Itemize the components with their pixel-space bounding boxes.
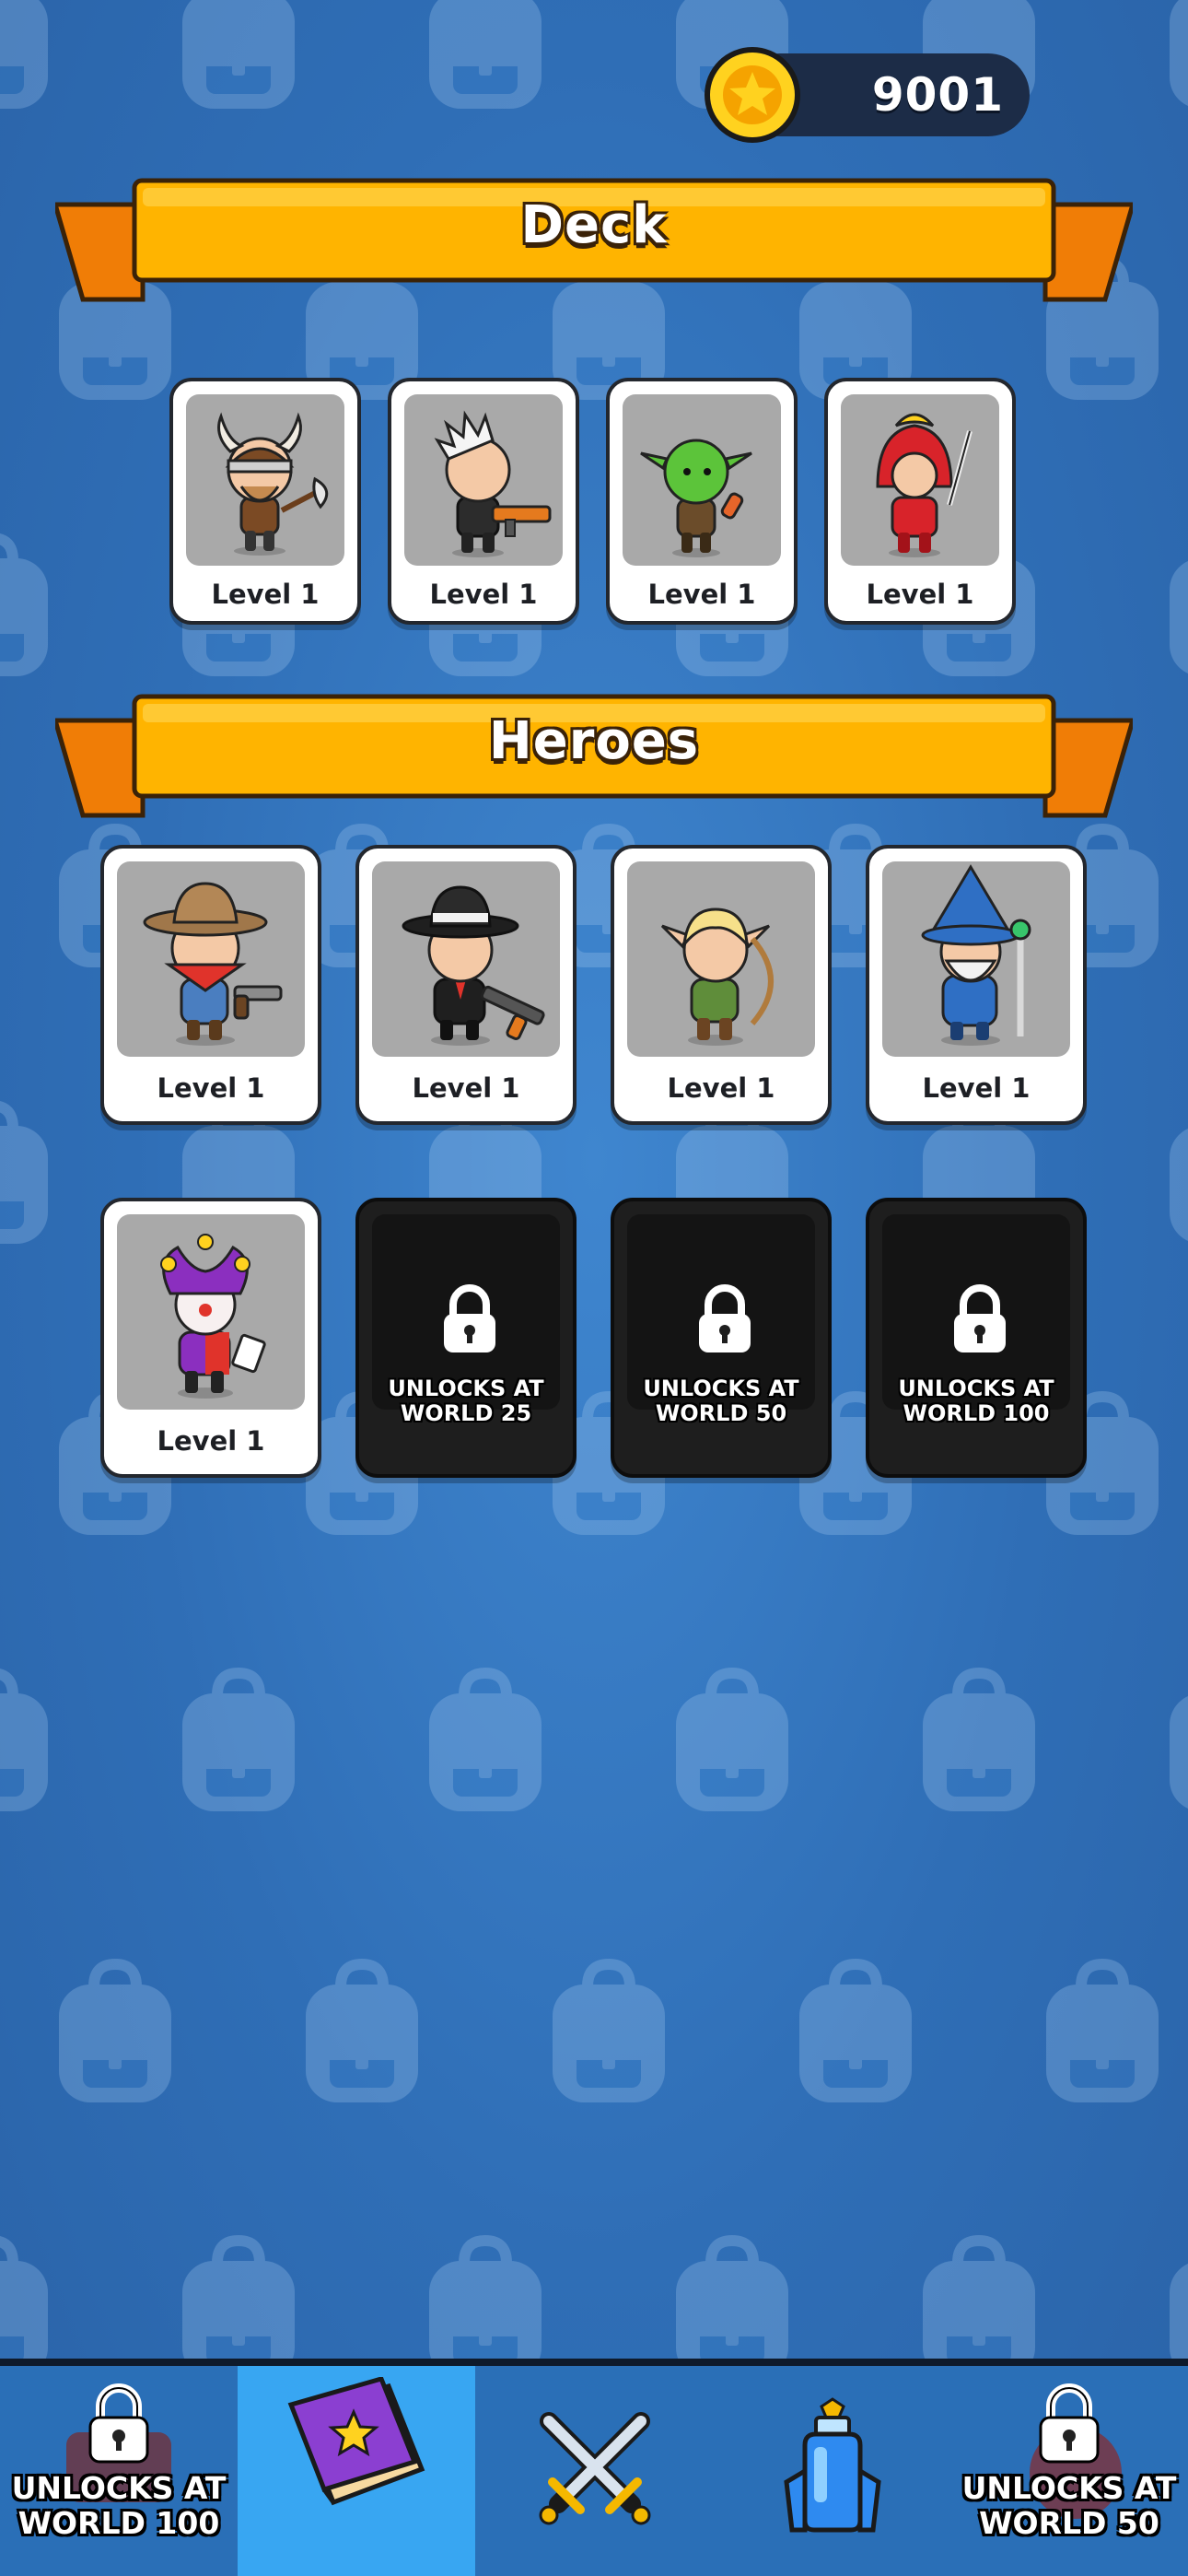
bottom-nav: UNLOCKS AT WORLD 100 UNLOCKS AT WORLD 50 xyxy=(0,2359,1188,2576)
mobster-portrait xyxy=(372,861,560,1057)
hero-card-level: Level 1 xyxy=(667,1072,775,1104)
backpack-pattern-icon xyxy=(182,0,295,109)
deck-card-level: Level 1 xyxy=(866,579,974,610)
unlock-text: UNLOCKS AT WORLD 25 xyxy=(388,1376,544,1426)
hero-card-locked-world-50[interactable]: UNLOCKS AT WORLD 50 xyxy=(611,1198,832,1478)
lock-icon xyxy=(444,1284,495,1352)
backpack-pattern-icon xyxy=(0,0,48,109)
deck-card-mohawk-gunner[interactable]: Level 1 xyxy=(388,378,579,625)
nav-potions[interactable] xyxy=(713,2366,950,2576)
hero-card-mobster[interactable]: Level 1 xyxy=(355,845,577,1125)
star-coin-icon xyxy=(705,47,800,143)
mohawk-gunner-portrait xyxy=(404,394,563,566)
potion-icon xyxy=(784,2397,881,2533)
nav-unlock-text: UNLOCKS AT WORLD 50 xyxy=(961,2470,1177,2541)
unlock-text: UNLOCKS AT WORLD 100 xyxy=(898,1376,1054,1426)
heroes-banner: Heroes xyxy=(55,691,1133,820)
lock-icon xyxy=(954,1284,1006,1352)
backpack-pattern-icon xyxy=(429,0,542,109)
goblin-portrait xyxy=(623,394,781,566)
backpack-pattern-icon xyxy=(429,1668,542,1811)
coin-counter: 9001 xyxy=(702,44,1030,146)
unlock-text: UNLOCKS AT WORLD 50 xyxy=(643,1376,799,1426)
deck-card-level: Level 1 xyxy=(647,579,756,610)
backpack-pattern-icon xyxy=(1170,1696,1188,1809)
backpack-pattern-icon xyxy=(182,2235,295,2359)
elf-archer-portrait xyxy=(627,861,815,1057)
deck-card-level: Level 1 xyxy=(429,579,538,610)
hero-card-cowboy[interactable]: Level 1 xyxy=(100,845,321,1125)
deck-card-goblin[interactable]: Level 1 xyxy=(606,378,798,625)
nav-unlock-text: UNLOCKS AT WORLD 100 xyxy=(11,2470,227,2541)
hero-card-wizard[interactable]: Level 1 xyxy=(866,845,1087,1125)
deck-title: Deck xyxy=(520,195,668,255)
hero-card-elf-archer[interactable]: Level 1 xyxy=(611,845,832,1125)
backpack-pattern-icon xyxy=(0,1669,48,1811)
backpack-pattern-icon xyxy=(553,1959,665,2102)
backpack-pattern xyxy=(0,0,1188,2359)
deck-banner: Deck xyxy=(55,175,1133,304)
deck-card-samurai[interactable]: Level 1 xyxy=(824,378,1016,625)
jester-portrait xyxy=(117,1214,305,1410)
hero-card-locked-world-100[interactable]: UNLOCKS AT WORLD 100 xyxy=(866,1198,1087,1478)
lock-icon xyxy=(699,1284,751,1352)
backpack-pattern-icon xyxy=(306,1959,418,2102)
deck-card-viking[interactable]: Level 1 xyxy=(169,378,361,625)
coin-value: 9001 xyxy=(871,68,1004,122)
hero-card-level: Level 1 xyxy=(157,1072,265,1104)
cowboy-portrait xyxy=(117,861,305,1057)
backpack-pattern-icon xyxy=(1170,2264,1188,2359)
backpack-pattern-icon xyxy=(923,1668,1035,1811)
heroes-title: Heroes xyxy=(488,711,700,771)
hero-card-level: Level 1 xyxy=(157,1425,265,1457)
backpack-pattern-icon xyxy=(59,1959,171,2102)
backpack-pattern-icon xyxy=(0,533,48,676)
book-icon xyxy=(287,2377,425,2506)
backpack-pattern-icon xyxy=(1046,1959,1159,2102)
viking-portrait xyxy=(186,394,344,566)
backpack-pattern-icon xyxy=(182,1668,295,1811)
nav-shop-locked[interactable]: UNLOCKS AT WORLD 100 xyxy=(0,2366,238,2576)
backpack-pattern-icon xyxy=(676,1668,788,1811)
backpack-pattern-icon xyxy=(1170,1129,1188,1241)
nav-collection[interactable] xyxy=(238,2366,475,2576)
nav-battle[interactable] xyxy=(475,2366,713,2576)
deck-card-level: Level 1 xyxy=(211,579,320,610)
hero-card-level: Level 1 xyxy=(922,1072,1031,1104)
lock-icon xyxy=(1039,2383,1100,2464)
backpack-pattern-icon xyxy=(1170,0,1188,106)
wizard-portrait xyxy=(882,861,1070,1057)
backpack-pattern-icon xyxy=(799,1959,912,2102)
nav-skull-locked[interactable]: UNLOCKS AT WORLD 50 xyxy=(950,2366,1188,2576)
backpack-pattern-icon xyxy=(923,2235,1035,2359)
backpack-pattern-icon xyxy=(676,2235,788,2359)
samurai-portrait xyxy=(841,394,999,566)
hero-card-locked-world-25[interactable]: UNLOCKS AT WORLD 25 xyxy=(355,1198,577,1478)
backpack-pattern-icon xyxy=(1170,561,1188,673)
crossed-swords-icon xyxy=(539,2412,651,2525)
hero-card-jester[interactable]: Level 1 xyxy=(100,1198,321,1478)
backpack-pattern-icon xyxy=(0,2236,48,2359)
lock-icon xyxy=(88,2383,149,2464)
hero-card-level: Level 1 xyxy=(412,1072,520,1104)
backpack-pattern-icon xyxy=(429,2235,542,2359)
backpack-pattern-icon xyxy=(0,1101,48,1244)
